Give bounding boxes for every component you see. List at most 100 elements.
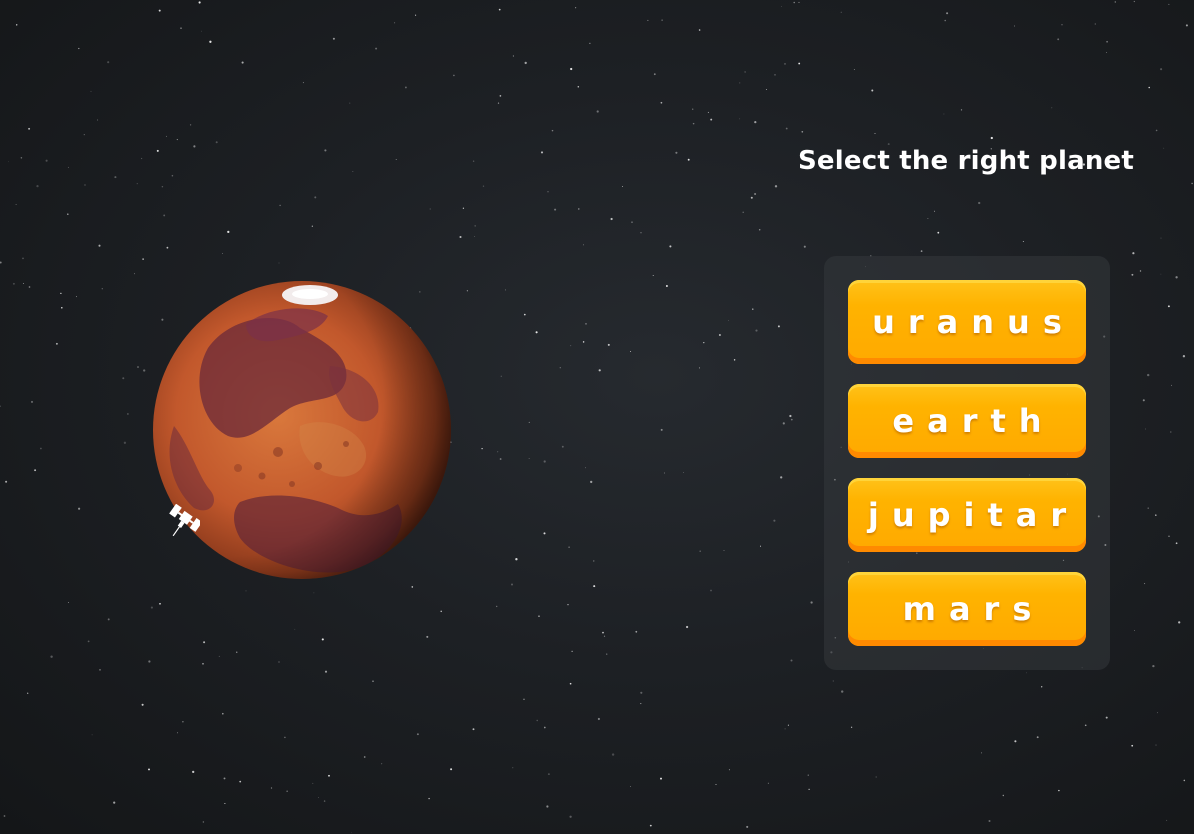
choice-button-jupitar[interactable]: jupitar: [848, 478, 1086, 552]
star: [773, 519, 776, 522]
star: [415, 14, 417, 16]
star: [887, 143, 890, 146]
star: [785, 127, 788, 130]
star: [466, 290, 469, 292]
star: [123, 441, 127, 444]
star: [1168, 3, 1170, 5]
star: [1163, 147, 1165, 149]
star: [1106, 52, 1107, 53]
star: [723, 550, 725, 552]
star: [750, 196, 753, 199]
star: [640, 232, 642, 234]
star: [202, 821, 205, 823]
star: [554, 208, 557, 211]
star: [660, 777, 662, 780]
star: [569, 682, 572, 685]
star: [496, 605, 498, 608]
star: [171, 174, 174, 177]
star: [314, 196, 317, 199]
star: [710, 589, 712, 592]
star: [665, 285, 668, 287]
star: [1147, 507, 1149, 509]
star: [352, 170, 354, 172]
star: [474, 225, 477, 227]
star: [15, 204, 17, 206]
star: [1147, 373, 1150, 377]
star: [793, 1, 795, 4]
star: [803, 245, 806, 248]
choice-button-earth[interactable]: earth: [848, 384, 1086, 458]
star: [990, 136, 993, 140]
star: [159, 602, 161, 605]
star: [332, 37, 335, 40]
star: [209, 40, 212, 43]
star: [223, 777, 226, 780]
star: [177, 732, 179, 734]
question-prompt: Select the right planet: [798, 146, 1134, 176]
star: [284, 736, 286, 739]
star: [193, 145, 196, 148]
star: [1014, 740, 1017, 743]
star: [593, 560, 595, 562]
choice-button-mars[interactable]: mars: [848, 572, 1086, 646]
star: [1152, 664, 1155, 668]
star: [239, 780, 242, 783]
star: [1155, 744, 1157, 746]
star: [192, 770, 195, 774]
star: [328, 774, 330, 777]
star: [577, 86, 580, 88]
star: [36, 184, 39, 188]
star: [874, 133, 876, 135]
star: [575, 7, 577, 9]
star: [50, 655, 53, 658]
star: [91, 734, 93, 736]
star: [540, 151, 544, 154]
star: [871, 89, 874, 92]
choice-button-uranus[interactable]: uranus: [848, 280, 1086, 364]
star: [687, 158, 690, 161]
star: [83, 134, 85, 136]
star: [500, 375, 502, 377]
star: [67, 166, 69, 168]
star: [84, 184, 86, 186]
star: [241, 61, 244, 64]
star: [107, 618, 110, 621]
star: [143, 369, 146, 372]
star: [150, 606, 153, 609]
star: [789, 414, 792, 418]
star: [97, 119, 99, 121]
star: [715, 784, 717, 785]
star: [381, 763, 383, 765]
star: [166, 246, 169, 249]
star: [450, 768, 453, 771]
star: [832, 680, 834, 682]
star: [528, 457, 530, 459]
star: [589, 42, 591, 44]
star: [20, 157, 23, 159]
star: [546, 805, 549, 808]
star: [663, 472, 665, 474]
star: [1175, 276, 1178, 279]
star: [946, 12, 949, 15]
star: [349, 102, 351, 104]
star: [661, 19, 663, 21]
star: [798, 1, 800, 3]
star: [784, 728, 786, 730]
star: [630, 786, 631, 788]
star: [790, 659, 793, 662]
star: [610, 217, 613, 221]
star: [127, 413, 129, 415]
star: [351, 832, 352, 834]
star: [728, 320, 729, 321]
star: [607, 343, 610, 346]
star: [1014, 25, 1015, 27]
star: [536, 719, 538, 722]
star: [481, 447, 483, 450]
star: [1168, 535, 1170, 538]
star: [1155, 514, 1157, 516]
star: [136, 183, 138, 185]
star: [784, 63, 786, 65]
star: [323, 800, 326, 802]
star: [1160, 68, 1163, 71]
star: [733, 359, 736, 361]
